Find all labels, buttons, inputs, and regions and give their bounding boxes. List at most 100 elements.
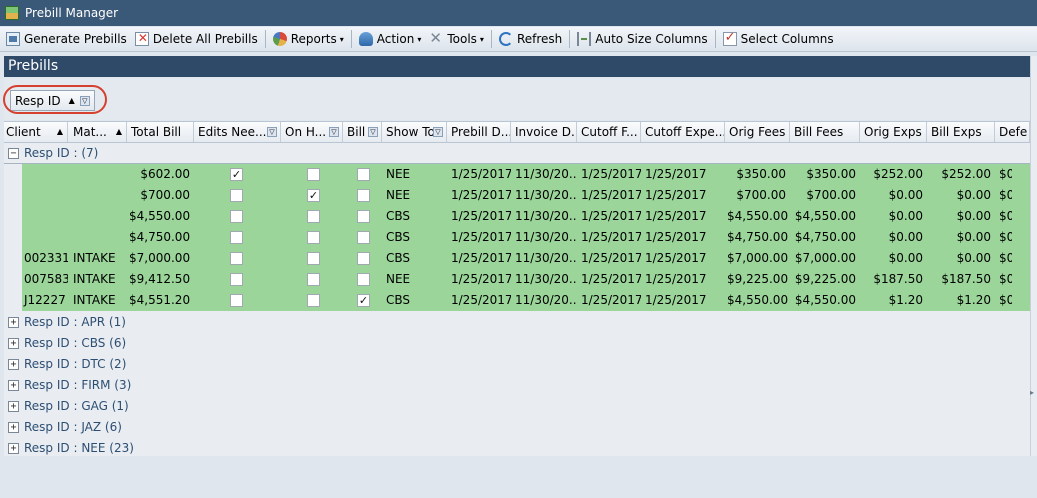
column-header[interactable]: Show To ▽ bbox=[384, 122, 447, 142]
edits-needed-checkbox[interactable] bbox=[230, 231, 243, 244]
group-row-collapsed[interactable]: + Resp ID : FIRM (3) bbox=[4, 375, 1030, 396]
bill-checkbox[interactable] bbox=[357, 252, 370, 265]
expand-icon[interactable]: + bbox=[8, 422, 19, 433]
toolbar-separator bbox=[714, 30, 716, 48]
group-row-collapsed[interactable]: + Resp ID : DTC (2) bbox=[4, 354, 1030, 375]
cell-matter: INTAKE bbox=[73, 272, 116, 286]
action-menu-button[interactable]: Action ▾ bbox=[355, 28, 426, 50]
cell-invoice-date: 11/30/20... bbox=[515, 272, 577, 286]
bill-checkbox[interactable] bbox=[357, 231, 370, 244]
cell-cutoff-fees: 1/25/2017 bbox=[581, 188, 641, 202]
column-header[interactable]: Bill Fees bbox=[792, 122, 860, 142]
table-row[interactable]: $4,750.00 CBS 1/25/2017 11/30/20... 1/25/201… bbox=[22, 227, 1030, 248]
cell-cutoff-exps: 1/25/2017 bbox=[645, 188, 707, 202]
refresh-button[interactable]: Refresh bbox=[495, 28, 566, 50]
reports-icon bbox=[272, 32, 287, 46]
cell-show-to: CBS bbox=[386, 251, 411, 265]
table-row[interactable]: J12227 INTAKE $4,551.20 ✓ CBS 1/25/2017 11/30/… bbox=[22, 290, 1030, 311]
group-row-collapsed[interactable]: + Resp ID : APR (1) bbox=[4, 312, 1030, 333]
filter-icon[interactable]: ▽ bbox=[433, 127, 443, 137]
cell-bill-exps: $1.20 bbox=[956, 293, 991, 307]
expand-icon[interactable]: + bbox=[8, 359, 19, 370]
group-row-collapsed[interactable]: + Resp ID : CBS (6) bbox=[4, 333, 1030, 354]
chevron-down-icon: ▾ bbox=[479, 34, 484, 44]
column-header[interactable]: Edits Nee... ▽ bbox=[196, 122, 281, 142]
on-hold-checkbox[interactable] bbox=[307, 168, 320, 181]
filter-icon[interactable]: ▽ bbox=[267, 127, 277, 137]
select-columns-button[interactable]: Select Columns bbox=[719, 28, 838, 50]
cell-orig-fees: $7,000.00 bbox=[727, 251, 789, 265]
table-row[interactable]: $700.00 ✓ NEE 1/25/2017 11/30/20... 1/25/2017… bbox=[22, 185, 1030, 206]
action-icon bbox=[358, 32, 373, 46]
edits-needed-checkbox[interactable] bbox=[230, 189, 243, 202]
bill-checkbox[interactable]: ✓ bbox=[357, 294, 370, 307]
group-label: Resp ID : JAZ (6) bbox=[24, 420, 122, 434]
column-header[interactable]: Invoice D... bbox=[513, 122, 577, 142]
column-header[interactable]: Orig Fees bbox=[727, 122, 790, 142]
column-header[interactable]: Bill ▽ bbox=[345, 122, 382, 142]
column-header[interactable]: Prebill D... bbox=[449, 122, 511, 142]
edits-needed-checkbox[interactable] bbox=[230, 294, 243, 307]
bill-checkbox[interactable] bbox=[357, 210, 370, 223]
column-header[interactable]: Client ▲ bbox=[4, 122, 68, 142]
table-row[interactable]: 002331 INTAKE $7,000.00 CBS 1/25/2017 11/30/2… bbox=[22, 248, 1030, 269]
grid-body: − Resp ID : (7) $602.00 ✓ NEE 1/25/2017 11/3… bbox=[4, 143, 1030, 456]
column-header[interactable]: Bill Exps bbox=[929, 122, 995, 142]
bill-checkbox[interactable] bbox=[357, 273, 370, 286]
edits-needed-checkbox[interactable]: ✓ bbox=[230, 168, 243, 181]
table-row[interactable]: 007583 INTAKE $9,412.50 NEE 1/25/2017 11/30/2… bbox=[22, 269, 1030, 290]
table-row[interactable]: $602.00 ✓ NEE 1/25/2017 11/30/20... 1/25/2017… bbox=[22, 164, 1030, 185]
on-hold-checkbox[interactable] bbox=[307, 294, 320, 307]
cell-orig-fees: $350.00 bbox=[736, 167, 786, 181]
cell-matter: INTAKE bbox=[73, 293, 116, 307]
window-title: Prebill Manager bbox=[25, 6, 119, 20]
on-hold-checkbox[interactable] bbox=[307, 210, 320, 223]
column-header[interactable]: On H... ▽ bbox=[283, 122, 343, 142]
expand-icon[interactable]: + bbox=[8, 317, 19, 328]
scroll-right-arrow-icon[interactable]: ▸ bbox=[1030, 388, 1037, 398]
on-hold-checkbox[interactable]: ✓ bbox=[307, 189, 320, 202]
filter-icon[interactable]: ▽ bbox=[368, 127, 378, 137]
on-hold-checkbox[interactable] bbox=[307, 273, 320, 286]
cell-prebill-date: 1/25/2017 bbox=[451, 251, 511, 265]
column-header[interactable]: Cutoff Expe... bbox=[643, 122, 725, 142]
reports-menu-button[interactable]: Reports ▾ bbox=[269, 28, 348, 50]
expand-icon[interactable]: + bbox=[8, 338, 19, 349]
expand-icon[interactable]: + bbox=[8, 401, 19, 412]
edits-needed-checkbox[interactable] bbox=[230, 273, 243, 286]
column-header[interactable]: Cutoff F... bbox=[579, 122, 641, 142]
select-columns-icon bbox=[722, 30, 737, 46]
expand-icon[interactable]: + bbox=[8, 443, 19, 454]
filter-icon[interactable]: ▽ bbox=[329, 127, 339, 137]
app-icon bbox=[5, 6, 19, 20]
tools-menu-button[interactable]: Tools ▾ bbox=[425, 28, 488, 50]
column-header[interactable]: Orig Exps bbox=[862, 122, 927, 142]
group-row-expanded[interactable]: − Resp ID : (7) bbox=[4, 143, 1030, 164]
column-header[interactable]: Defe bbox=[997, 122, 1030, 142]
cell-cutoff-exps: 1/25/2017 bbox=[645, 167, 707, 181]
auto-size-columns-button[interactable]: Auto Size Columns bbox=[573, 28, 711, 50]
bill-checkbox[interactable] bbox=[357, 168, 370, 181]
edits-needed-checkbox[interactable] bbox=[230, 210, 243, 223]
generate-prebills-button[interactable]: Generate Prebills bbox=[2, 28, 131, 50]
cell-show-to: NEE bbox=[386, 188, 411, 202]
cell-cutoff-fees: 1/25/2017 bbox=[581, 293, 641, 307]
bill-checkbox[interactable] bbox=[357, 189, 370, 202]
cell-prebill-date: 1/25/2017 bbox=[451, 188, 511, 202]
group-row-collapsed[interactable]: + Resp ID : GAG (1) bbox=[4, 396, 1030, 417]
on-hold-checkbox[interactable] bbox=[307, 252, 320, 265]
on-hold-checkbox[interactable] bbox=[307, 231, 320, 244]
group-row-collapsed[interactable]: + Resp ID : JAZ (6) bbox=[4, 417, 1030, 438]
column-header[interactable]: Mat... ▲ bbox=[71, 122, 127, 142]
expand-icon[interactable]: + bbox=[8, 380, 19, 391]
vertical-scrollbar[interactable]: ▸ bbox=[1030, 56, 1037, 456]
table-row[interactable]: $4,550.00 CBS 1/25/2017 11/30/20... 1/25/201… bbox=[22, 206, 1030, 227]
column-header[interactable]: Total Bill bbox=[129, 122, 194, 142]
cell-matter bbox=[71, 206, 127, 227]
edits-needed-checkbox[interactable] bbox=[230, 252, 243, 265]
cell-bill-fees: $700.00 bbox=[806, 188, 856, 202]
collapse-icon[interactable]: − bbox=[8, 148, 19, 159]
cell-client: J12227 bbox=[24, 293, 66, 307]
cell-bill-fees: $4,750.00 bbox=[794, 230, 856, 244]
delete-all-prebills-button[interactable]: Delete All Prebills bbox=[131, 28, 262, 50]
